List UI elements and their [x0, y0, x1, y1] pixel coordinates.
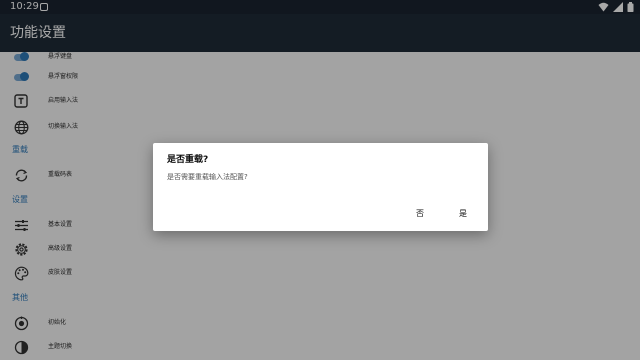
dialog-message: 是否需要重载输入法配置?: [167, 173, 248, 181]
yes-button[interactable]: 是: [459, 207, 467, 221]
no-button[interactable]: 否: [416, 207, 424, 221]
reload-dialog: 是否重载? 是否需要重载输入法配置? 否 是: [153, 143, 488, 231]
dialog-title: 是否重载?: [167, 155, 209, 165]
